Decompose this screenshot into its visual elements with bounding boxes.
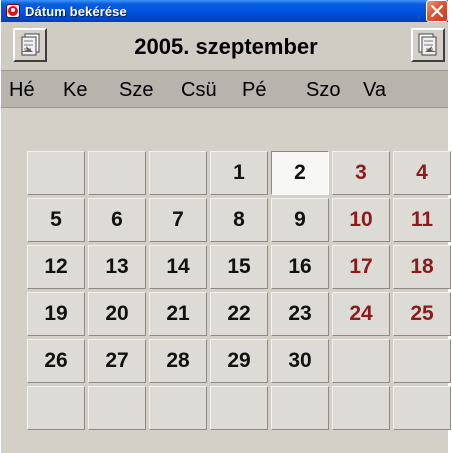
day-cell[interactable]: 20 xyxy=(88,292,146,336)
empty-day-cell[interactable] xyxy=(393,339,451,383)
day-cell[interactable]: 24 xyxy=(332,292,390,336)
weekday-friday: Pé xyxy=(242,79,267,101)
day-cell[interactable]: 28 xyxy=(149,339,207,383)
day-cell[interactable]: 10 xyxy=(332,198,390,242)
day-cell[interactable]: 21 xyxy=(149,292,207,336)
day-cell[interactable]: 7 xyxy=(149,198,207,242)
weekday-thursday: Csü xyxy=(181,79,217,101)
calendar-next-icon xyxy=(418,33,437,56)
weekday-header: Hé Ke Sze Csü Pé Szo Va xyxy=(1,70,448,108)
empty-day-cell[interactable] xyxy=(27,151,85,195)
day-cell[interactable]: 16 xyxy=(271,245,329,289)
weekday-monday: Hé xyxy=(9,79,35,101)
weekday-sunday: Va xyxy=(363,79,386,101)
window-title: Dátum bekérése xyxy=(25,3,127,19)
weekday-tuesday: Ke xyxy=(63,79,88,101)
title-bar[interactable]: Dátum bekérése xyxy=(1,0,448,22)
next-month-button[interactable] xyxy=(411,28,445,62)
day-cell[interactable]: 18 xyxy=(393,245,451,289)
day-cell[interactable]: 27 xyxy=(88,339,146,383)
empty-day-cell[interactable] xyxy=(332,339,390,383)
calendar-body: 1 2 3 4 5 6 7 8 9 10 11 12 13 14 15 16 17 18 19 20 21 22 23 24 2… xyxy=(1,108,451,453)
empty-day-cell[interactable] xyxy=(27,386,85,430)
day-cell[interactable]: 13 xyxy=(88,245,146,289)
empty-day-cell[interactable] xyxy=(210,386,268,430)
day-cell[interactable]: 14 xyxy=(149,245,207,289)
empty-day-cell[interactable] xyxy=(271,386,329,430)
day-cell[interactable]: 17 xyxy=(332,245,390,289)
close-icon xyxy=(431,5,443,17)
calendar-header: 2005. szeptember Hé Ke Sze Csü Pé Szo Va xyxy=(1,22,448,108)
day-cell[interactable]: 25 xyxy=(393,292,451,336)
empty-day-cell[interactable] xyxy=(332,386,390,430)
day-cell[interactable]: 30 xyxy=(271,339,329,383)
day-grid: 1 2 3 4 5 6 7 8 9 10 11 12 13 14 15 16 17 18 19 20 21 22 23 24 2… xyxy=(27,151,451,430)
empty-day-cell[interactable] xyxy=(149,151,207,195)
day-cell[interactable]: 6 xyxy=(88,198,146,242)
weekday-wednesday: Sze xyxy=(119,79,154,101)
day-cell[interactable]: 29 xyxy=(210,339,268,383)
month-title: 2005. szeptember xyxy=(134,34,318,59)
calendar-prev-icon xyxy=(21,33,40,56)
close-button[interactable] xyxy=(426,0,448,22)
day-cell[interactable]: 19 xyxy=(27,292,85,336)
day-cell[interactable]: 26 xyxy=(27,339,85,383)
day-cell[interactable]: 1 xyxy=(210,151,268,195)
day-cell[interactable]: 3 xyxy=(332,151,390,195)
day-cell[interactable]: 4 xyxy=(393,151,451,195)
previous-month-button[interactable] xyxy=(13,28,47,62)
date-picker-window: Dátum bekérése 2005. szeptember Hé Ke Sz… xyxy=(0,0,452,453)
day-cell[interactable]: 5 xyxy=(27,198,85,242)
app-icon xyxy=(6,4,20,18)
day-cell[interactable]: 8 xyxy=(210,198,268,242)
empty-day-cell[interactable] xyxy=(88,151,146,195)
empty-day-cell[interactable] xyxy=(149,386,207,430)
weekday-saturday: Szo xyxy=(306,79,341,101)
day-cell-selected[interactable]: 2 xyxy=(271,151,329,195)
day-cell[interactable]: 11 xyxy=(393,198,451,242)
day-cell[interactable]: 15 xyxy=(210,245,268,289)
empty-day-cell[interactable] xyxy=(88,386,146,430)
day-cell[interactable]: 9 xyxy=(271,198,329,242)
empty-day-cell[interactable] xyxy=(393,386,451,430)
day-cell[interactable]: 23 xyxy=(271,292,329,336)
day-cell[interactable]: 22 xyxy=(210,292,268,336)
day-cell[interactable]: 12 xyxy=(27,245,85,289)
